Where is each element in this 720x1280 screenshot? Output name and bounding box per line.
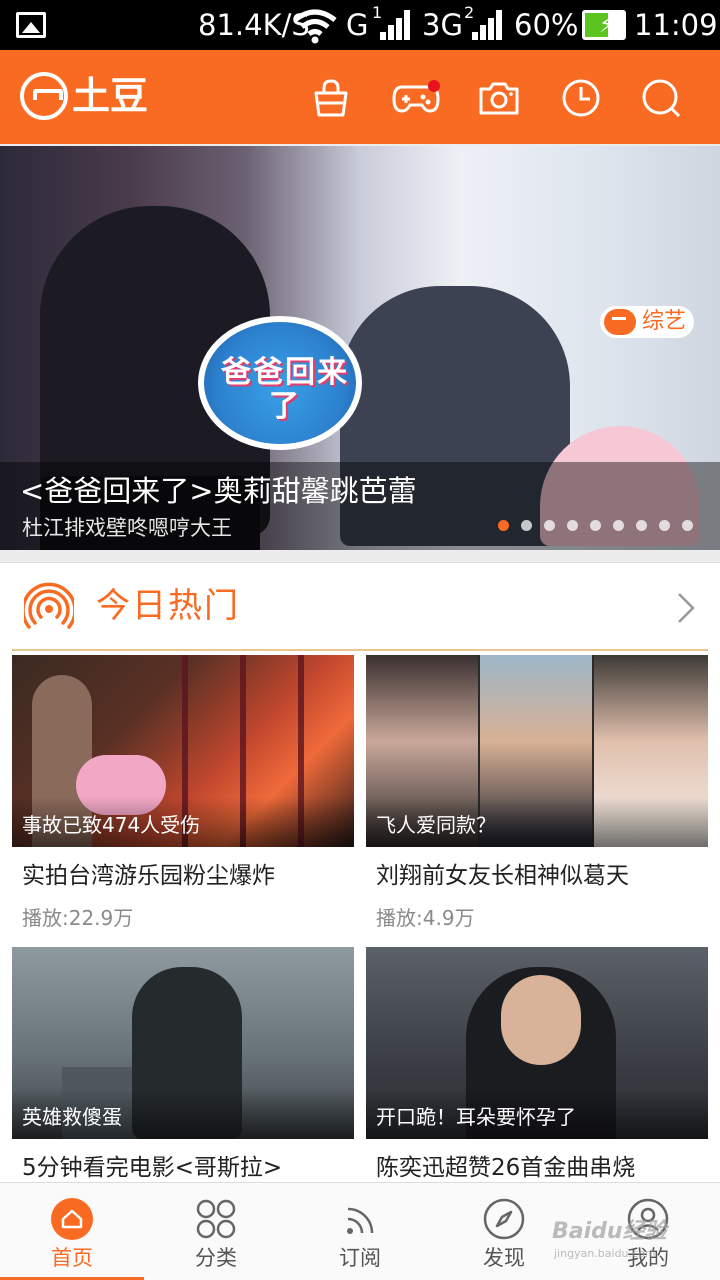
status-bar: 81.4K/S G 1 3G 2 60% ⚡ 11:09 bbox=[0, 0, 720, 50]
battery-percent: 60% bbox=[514, 8, 579, 42]
video-title[interactable]: 刘翔前女友长相神似葛天 bbox=[376, 861, 629, 891]
video-thumbnail[interactable]: 英雄救傻蛋 bbox=[12, 947, 354, 1139]
video-card[interactable]: 开口跪！耳朵要怀孕了 陈奕迅超赞26首金曲串烧 bbox=[366, 947, 708, 1183]
search-icon[interactable] bbox=[640, 77, 682, 119]
banner-subtitle: 杜江排戏壁咚嗯哼大王 bbox=[22, 516, 232, 540]
bottom-navigation: 首页 分类 订阅 发现 我的 Baidu经验 jingyan.baidu.com bbox=[0, 1182, 720, 1280]
thumbnail-caption: 开口跪！耳朵要怀孕了 bbox=[366, 1089, 708, 1139]
hot-today-section: 今日热门 事故已致474人受伤 实拍台湾游乐园粉尘爆炸 播放:22.9万 飞人爱… bbox=[0, 562, 720, 1182]
baidu-watermark-url: jingyan.baidu.com bbox=[554, 1247, 656, 1260]
category-tag-label: 综艺 bbox=[642, 309, 687, 334]
compass-icon bbox=[483, 1198, 525, 1240]
grid-icon bbox=[196, 1199, 236, 1239]
video-thumbnail[interactable]: 飞人爱同款？ bbox=[366, 655, 708, 847]
video-thumbnail[interactable]: 开口跪！耳朵要怀孕了 bbox=[366, 947, 708, 1139]
video-title[interactable]: 5分钟看完电影<哥斯拉> bbox=[22, 1153, 282, 1183]
carousel-dot[interactable] bbox=[636, 520, 647, 531]
notification-dot bbox=[428, 80, 440, 92]
signal-1-icon bbox=[378, 10, 412, 40]
video-card[interactable]: 英雄救傻蛋 5分钟看完电影<哥斯拉> bbox=[12, 947, 354, 1183]
video-card[interactable]: 飞人爱同款？ 刘翔前女友长相神似葛天 播放:4.9万 bbox=[366, 655, 708, 935]
nav-item-subscribe[interactable]: 订阅 bbox=[288, 1183, 432, 1280]
play-count: 播放:4.9万 bbox=[376, 906, 475, 930]
section-divider bbox=[12, 649, 708, 651]
video-title[interactable]: 陈奕迅超赞26首金曲串烧 bbox=[376, 1153, 635, 1183]
carousel-dot[interactable] bbox=[498, 520, 509, 531]
carousel-dot[interactable] bbox=[521, 520, 532, 531]
wifi-icon bbox=[293, 9, 337, 44]
carousel-dot[interactable] bbox=[682, 520, 693, 531]
app-logo-text: 土豆 bbox=[72, 74, 149, 118]
clock-time: 11:09 bbox=[634, 8, 718, 42]
battery-icon: ⚡ bbox=[582, 10, 626, 40]
show-logo-text: 爸爸回来了 bbox=[221, 355, 349, 424]
video-thumbnail[interactable]: 事故已致474人受伤 bbox=[12, 655, 354, 847]
broadcast-icon bbox=[24, 582, 74, 629]
nav-item-category[interactable]: 分类 bbox=[144, 1183, 288, 1280]
network-type-1: G bbox=[346, 8, 369, 42]
carousel-dot[interactable] bbox=[613, 520, 624, 531]
nav-item-home[interactable]: 首页 bbox=[0, 1183, 144, 1280]
network-type-2: 3G bbox=[422, 8, 463, 42]
thumbnail-caption: 飞人爱同款？ bbox=[366, 797, 708, 847]
thumbnail-caption-text: 英雄救傻蛋 bbox=[22, 1105, 122, 1129]
gallery-icon bbox=[16, 12, 46, 38]
carousel-dot[interactable] bbox=[659, 520, 670, 531]
video-card[interactable]: 事故已致474人受伤 实拍台湾游乐园粉尘爆炸 播放:22.9万 bbox=[12, 655, 354, 935]
chevron-right-icon[interactable] bbox=[676, 591, 696, 625]
carousel-dot[interactable] bbox=[544, 520, 555, 531]
video-title[interactable]: 实拍台湾游乐园粉尘爆炸 bbox=[22, 861, 275, 891]
tudou-logo-icon bbox=[20, 72, 68, 120]
carousel-indicator[interactable] bbox=[498, 520, 698, 532]
baidu-watermark: Baidu经验 bbox=[552, 1219, 667, 1244]
category-tag: 综艺 bbox=[600, 306, 695, 338]
carousel-dot[interactable] bbox=[567, 520, 578, 531]
camera-icon[interactable] bbox=[478, 77, 520, 119]
home-icon bbox=[51, 1198, 93, 1240]
tudou-tag-icon bbox=[604, 309, 636, 335]
shopping-bag-icon[interactable] bbox=[310, 77, 352, 119]
nav-label: 分类 bbox=[195, 1246, 237, 1270]
signal-2-icon bbox=[470, 10, 504, 40]
banner-title[interactable]: <爸爸回来了>奥莉甜馨跳芭蕾 bbox=[20, 474, 417, 508]
thumbnail-singer-face bbox=[501, 975, 581, 1065]
section-header[interactable]: 今日热门 bbox=[0, 563, 720, 651]
thumbnail-caption: 事故已致474人受伤 bbox=[12, 797, 354, 847]
app-header: 土豆 bbox=[0, 50, 720, 144]
thumbnail-caption: 英雄救傻蛋 bbox=[12, 1089, 354, 1139]
play-count: 播放:22.9万 bbox=[22, 906, 134, 930]
nav-label: 订阅 bbox=[339, 1246, 381, 1270]
section-title: 今日热门 bbox=[96, 586, 240, 626]
thumbnail-caption-text: 开口跪！耳朵要怀孕了 bbox=[376, 1105, 576, 1129]
thumbnail-caption-text: 事故已致474人受伤 bbox=[22, 813, 201, 837]
nav-label: 首页 bbox=[51, 1246, 93, 1270]
rss-icon bbox=[347, 1207, 374, 1234]
charging-icon: ⚡ bbox=[599, 13, 615, 38]
carousel-dot[interactable] bbox=[590, 520, 601, 531]
thumbnail-caption-text: 飞人爱同款？ bbox=[376, 813, 496, 837]
clock-icon[interactable] bbox=[560, 77, 602, 119]
